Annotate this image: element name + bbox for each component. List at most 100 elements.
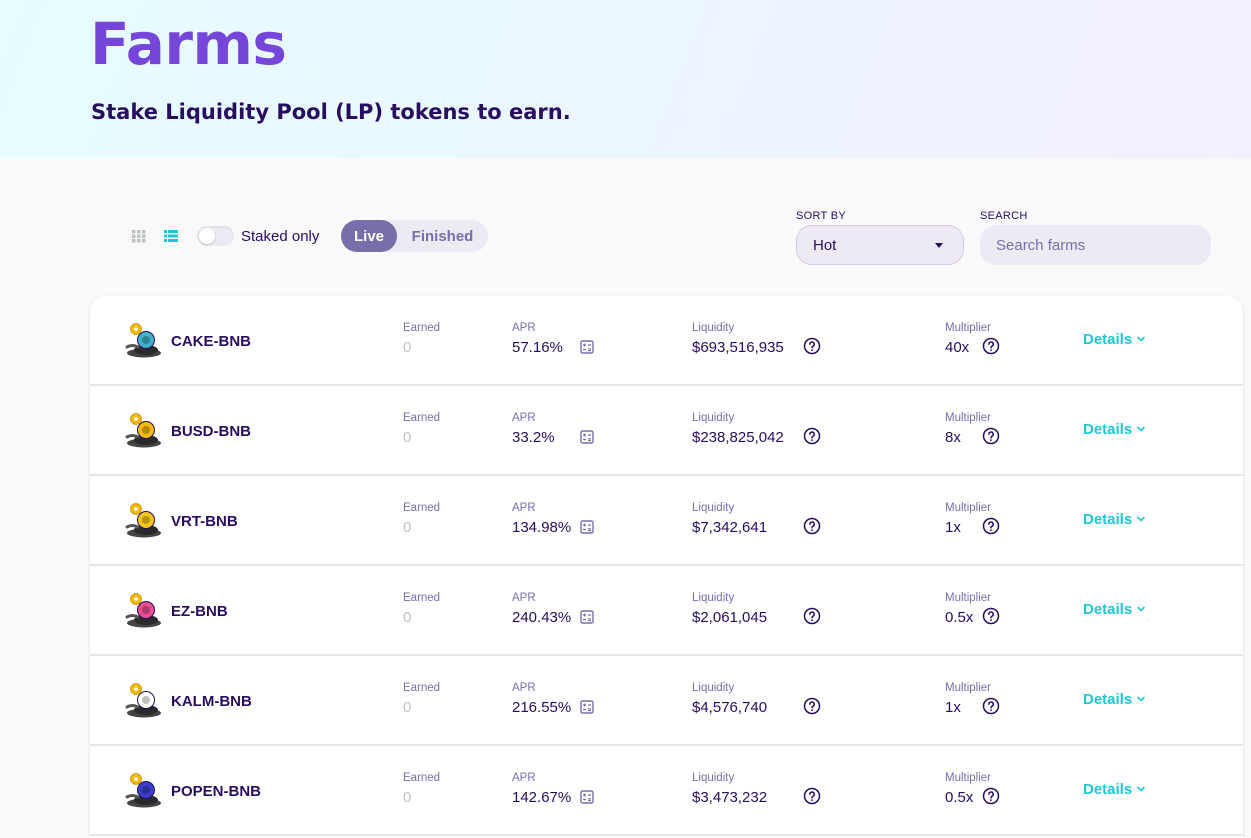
help-icon[interactable] <box>803 517 821 535</box>
earned-value: 0 <box>403 339 412 356</box>
multiplier-value: 8x <box>945 429 961 446</box>
apr-value: 57.16% <box>512 339 563 356</box>
liquidity-value: $3,473,232 <box>692 789 768 806</box>
help-icon[interactable] <box>803 697 821 715</box>
help-icon[interactable] <box>982 697 1000 715</box>
help-icon[interactable] <box>982 607 1000 625</box>
apr-value: 240.43% <box>512 609 572 626</box>
calculator-icon[interactable] <box>580 340 594 354</box>
apr-label: APR <box>512 682 536 694</box>
farm-row[interactable]: EZ-BNB Earned 0 APR 240.43% Liquidity $2,061,0… <box>90 566 1243 656</box>
apr-value: 134.98% <box>512 519 572 536</box>
lp-token-pair-icon <box>125 413 161 448</box>
liquidity-value: $693,516,935 <box>692 339 784 356</box>
liquidity-label: Liquidity <box>692 412 735 424</box>
details-button[interactable]: Details <box>1083 421 1146 438</box>
page-header: Farms Stake Liquidity Pool (LP) tokens t… <box>0 0 1251 158</box>
apr-value: 142.67% <box>512 789 572 806</box>
details-label: Details <box>1083 601 1133 618</box>
details-label: Details <box>1083 691 1133 708</box>
chevron-down-icon <box>1136 331 1146 348</box>
chevron-down-icon <box>1136 601 1146 618</box>
details-label: Details <box>1083 331 1133 348</box>
details-label: Details <box>1083 781 1133 798</box>
apr-value: 216.55% <box>512 699 572 716</box>
liquidity-value: $7,342,641 <box>692 519 768 536</box>
staked-only-label: Staked only <box>241 228 320 245</box>
multiplier-value: 1x <box>945 699 961 716</box>
farm-pair-name: KALM-BNB <box>171 693 252 710</box>
sort-select[interactable]: Hot <box>796 225 964 265</box>
farm-pair-name: EZ-BNB <box>171 603 228 620</box>
sort-value: Hot <box>813 237 837 254</box>
tab-finished[interactable]: Finished <box>397 220 488 252</box>
farm-pair-name: CAKE-BNB <box>171 333 251 350</box>
search-input[interactable] <box>980 225 1211 265</box>
earned-value: 0 <box>403 699 412 716</box>
help-icon[interactable] <box>803 787 821 805</box>
earned-label: Earned <box>403 772 441 784</box>
liquidity-label: Liquidity <box>692 772 735 784</box>
multiplier-label: Multiplier <box>945 412 992 424</box>
earned-value: 0 <box>403 519 412 536</box>
earned-label: Earned <box>403 322 441 334</box>
details-button[interactable]: Details <box>1083 601 1146 618</box>
earned-value: 0 <box>403 429 412 446</box>
earned-label: Earned <box>403 682 441 694</box>
details-button[interactable]: Details <box>1083 781 1146 798</box>
lp-token-pair-icon <box>125 503 161 538</box>
farm-row[interactable]: KALM-BNB Earned 0 APR 216.55% Liquidity $4,576… <box>90 656 1243 746</box>
details-button[interactable]: Details <box>1083 511 1146 528</box>
apr-label: APR <box>512 592 536 604</box>
grid-view-icon[interactable] <box>132 229 146 243</box>
earned-value: 0 <box>403 609 412 626</box>
earned-label: Earned <box>403 592 441 604</box>
liquidity-value: $238,825,042 <box>692 429 784 446</box>
caret-down-icon <box>935 243 943 248</box>
page-title: Farms <box>90 10 287 78</box>
calculator-icon[interactable] <box>580 700 594 714</box>
details-label: Details <box>1083 511 1133 528</box>
chevron-down-icon <box>1136 421 1146 438</box>
live-finished-tabs: Live Finished <box>341 220 488 252</box>
farm-row[interactable]: VRT-BNB Earned 0 APR 134.98% Liquidity $7,342,… <box>90 476 1243 566</box>
calculator-icon[interactable] <box>580 520 594 534</box>
lp-token-pair-icon <box>125 683 161 718</box>
details-label: Details <box>1083 421 1133 438</box>
help-icon[interactable] <box>803 427 821 445</box>
help-icon[interactable] <box>982 337 1000 355</box>
multiplier-label: Multiplier <box>945 322 992 334</box>
help-icon[interactable] <box>982 517 1000 535</box>
apr-label: APR <box>512 412 536 424</box>
calculator-icon[interactable] <box>580 430 594 444</box>
farm-pair-name: POPEN-BNB <box>171 783 262 800</box>
farm-row[interactable]: CAKE-BNB Earned 0 APR 57.16% Liquidity $693,51… <box>90 296 1243 386</box>
search-label: SEARCH <box>980 210 1028 222</box>
help-icon[interactable] <box>982 427 1000 445</box>
apr-label: APR <box>512 772 536 784</box>
farm-row[interactable]: POPEN-BNB Earned 0 APR 142.67% Liquidity $3,47… <box>90 746 1243 836</box>
liquidity-value: $2,061,045 <box>692 609 768 626</box>
sort-by-label: SORT BY <box>796 210 846 222</box>
multiplier-label: Multiplier <box>945 592 992 604</box>
liquidity-label: Liquidity <box>692 322 735 334</box>
calculator-icon[interactable] <box>580 610 594 624</box>
earned-value: 0 <box>403 789 412 806</box>
multiplier-value: 1x <box>945 519 961 536</box>
calculator-icon[interactable] <box>580 790 594 804</box>
farm-row[interactable]: BUSD-BNB Earned 0 APR 33.2% Liquidity $238,825… <box>90 386 1243 476</box>
details-button[interactable]: Details <box>1083 691 1146 708</box>
help-icon[interactable] <box>803 337 821 355</box>
multiplier-value: 40x <box>945 339 970 356</box>
help-icon[interactable] <box>803 607 821 625</box>
toggle-knob <box>199 228 215 244</box>
liquidity-label: Liquidity <box>692 502 735 514</box>
tab-live[interactable]: Live <box>341 220 397 252</box>
staked-only-toggle[interactable] <box>197 226 234 246</box>
list-view-icon[interactable] <box>164 229 178 243</box>
help-icon[interactable] <box>982 787 1000 805</box>
earned-label: Earned <box>403 412 441 424</box>
chevron-down-icon <box>1136 781 1146 798</box>
multiplier-value: 0.5x <box>945 609 974 626</box>
details-button[interactable]: Details <box>1083 331 1146 348</box>
